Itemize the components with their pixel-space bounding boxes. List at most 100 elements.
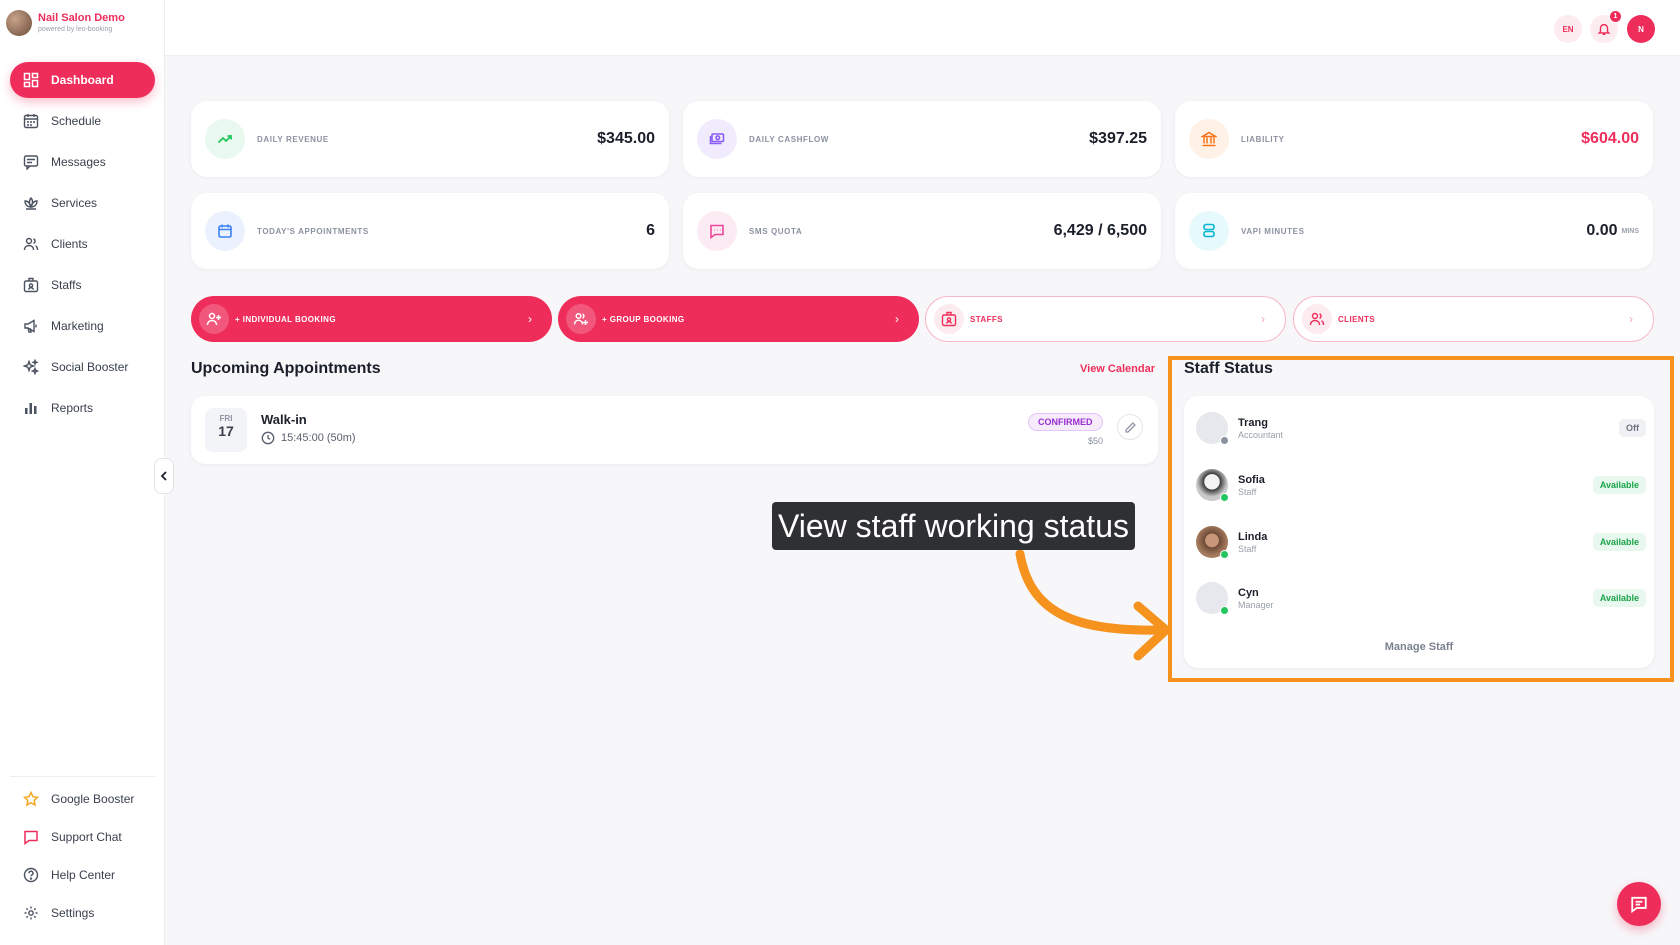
view-calendar-link[interactable]: View Calendar (1080, 363, 1155, 375)
clients-button[interactable]: CLIENTS › (1293, 296, 1654, 342)
staff-role: Manager (1238, 599, 1274, 610)
status-badge: Off (1619, 419, 1646, 437)
staff-row-trang[interactable]: Trang Accountant Off (1196, 408, 1646, 448)
help-circle-icon (23, 867, 39, 883)
megaphone-icon (24, 319, 37, 333)
stat-value: $345.00 (597, 130, 655, 147)
sparkles-icon (23, 359, 39, 375)
calendar-icon (205, 211, 245, 251)
sidebar-item-label: Help Center (51, 868, 116, 882)
brand[interactable]: Nail Salon Demo powered by leo-booking (6, 10, 125, 36)
status-badge: Available (1592, 589, 1646, 607)
action-label: CLIENTS (1338, 314, 1376, 324)
sms-icon (697, 211, 737, 251)
individual-booking-button[interactable]: + INDIVIDUAL BOOKING › (191, 296, 552, 342)
sidebar-item-label: Services (51, 196, 98, 210)
stat-label: Daily Revenue (257, 134, 329, 144)
stat-value: $604.00 (1581, 130, 1639, 147)
chat-icon (1631, 896, 1647, 913)
dashboard-icon (23, 72, 39, 88)
stat-unit: MINS (1621, 227, 1640, 235)
avatar (1196, 582, 1229, 615)
stat-card-sms-quota: SMS Quota 6,429 / 6,500 (683, 193, 1161, 269)
staff-status-title: Staff Status (1184, 360, 1273, 377)
stat-label: Liability (1241, 134, 1285, 144)
sidebar-item-schedule[interactable]: Schedule (10, 103, 155, 139)
top-header: EN 1 N (165, 0, 1680, 56)
sidebar-item-label: Settings (51, 906, 95, 920)
sidebar-item-label: Clients (51, 237, 88, 251)
edit-appointment-button[interactable] (1117, 414, 1143, 440)
stat-label: Daily Cashflow (749, 134, 829, 144)
message-icon (23, 155, 39, 170)
status-dot (1220, 606, 1229, 615)
database-icon (1189, 211, 1229, 251)
stat-value: $397.25 (1089, 130, 1147, 147)
appointment-day-of-week: FRI (219, 414, 233, 423)
bank-icon (1189, 119, 1229, 159)
status-badge: Available (1592, 476, 1646, 494)
sidebar-item-messages[interactable]: Messages (10, 144, 155, 180)
stat-card-todays-appointments: Today's Appointments 6 (191, 193, 669, 269)
bell-icon (1597, 23, 1611, 35)
collapse-sidebar-button[interactable] (154, 458, 174, 494)
staff-row-cyn[interactable]: Cyn Manager Available (1196, 578, 1646, 618)
sidebar-item-label: Marketing (51, 319, 104, 333)
status-badge: CONFIRMED (1028, 413, 1103, 431)
appointment-card[interactable]: FRI 17 Walk-in 15:45:00 (50m) CONFIRMED … (191, 396, 1158, 464)
notification-count-badge: 1 (1609, 10, 1622, 23)
language-switcher[interactable]: EN (1554, 15, 1582, 43)
brand-tagline: powered by leo-booking (38, 26, 113, 33)
id-badge-icon (23, 277, 39, 293)
staff-row-sofia[interactable]: Sofia Staff Available (1196, 465, 1646, 505)
appointment-title: Walk-in (261, 412, 307, 427)
users-icon (23, 237, 39, 251)
user-plus-icon (199, 304, 229, 334)
sidebar-item-services[interactable]: Services (10, 185, 155, 221)
staff-name: Trang (1238, 416, 1268, 429)
sidebar-item-label: Dashboard (51, 73, 114, 87)
chevron-right-icon: › (1261, 312, 1265, 326)
group-booking-button[interactable]: + GROUP BOOKING › (558, 296, 919, 342)
sidebar-item-reports[interactable]: Reports (10, 390, 155, 426)
sidebar-item-social-booster[interactable]: Social Booster (10, 349, 155, 385)
status-dot (1220, 493, 1229, 502)
clock-icon (261, 431, 275, 445)
chevron-right-icon: › (1629, 312, 1633, 326)
chevron-right-icon: › (528, 312, 532, 326)
sidebar-item-dashboard[interactable]: Dashboard (10, 62, 155, 98)
secondary-nav: Google Booster Support Chat Help Center … (10, 776, 155, 935)
sidebar-item-label: Support Chat (51, 830, 122, 844)
sidebar-item-clients[interactable]: Clients (10, 226, 155, 262)
notifications-button[interactable]: 1 (1590, 10, 1622, 43)
sidebar-item-google-booster[interactable]: Google Booster (10, 783, 155, 815)
upcoming-appointments-title: Upcoming Appointments (191, 360, 381, 377)
brand-name: Nail Salon Demo (38, 12, 125, 24)
staff-name: Sofia (1238, 473, 1265, 486)
stat-label: SMS Quota (749, 226, 803, 236)
sidebar-item-support-chat[interactable]: Support Chat (10, 821, 155, 853)
calendar-icon (23, 114, 39, 129)
cash-icon (697, 119, 737, 159)
stat-card-daily-revenue: Daily Revenue $345.00 (191, 101, 669, 177)
staff-role: Staff (1238, 543, 1257, 554)
stat-value: 0.00 (1586, 222, 1618, 239)
action-label: STAFFS (970, 314, 1003, 324)
chat-fab-button[interactable] (1617, 882, 1661, 926)
main-nav: Dashboard Schedule Messages Services Cli… (10, 62, 155, 431)
sidebar-item-label: Reports (51, 401, 94, 415)
sidebar-item-settings[interactable]: Settings (10, 897, 155, 929)
manage-staff-link[interactable]: Manage Staff (1184, 641, 1654, 653)
sidebar-item-marketing[interactable]: Marketing (10, 308, 155, 344)
staff-role: Accountant (1238, 429, 1284, 440)
status-badge: Available (1592, 533, 1646, 551)
sidebar-item-help-center[interactable]: Help Center (10, 859, 155, 891)
staff-row-linda[interactable]: Linda Staff Available (1196, 522, 1646, 562)
staff-name: Linda (1238, 530, 1268, 543)
avatar (1196, 412, 1229, 445)
sidebar-item-staffs[interactable]: Staffs (10, 267, 155, 303)
stat-card-vapi-minutes: Vapi Minutes 0.00 MINS (1175, 193, 1653, 269)
stat-value: 6,429 / 6,500 (1053, 222, 1147, 239)
user-avatar[interactable]: N (1627, 15, 1655, 43)
staffs-button[interactable]: STAFFS › (925, 296, 1286, 342)
